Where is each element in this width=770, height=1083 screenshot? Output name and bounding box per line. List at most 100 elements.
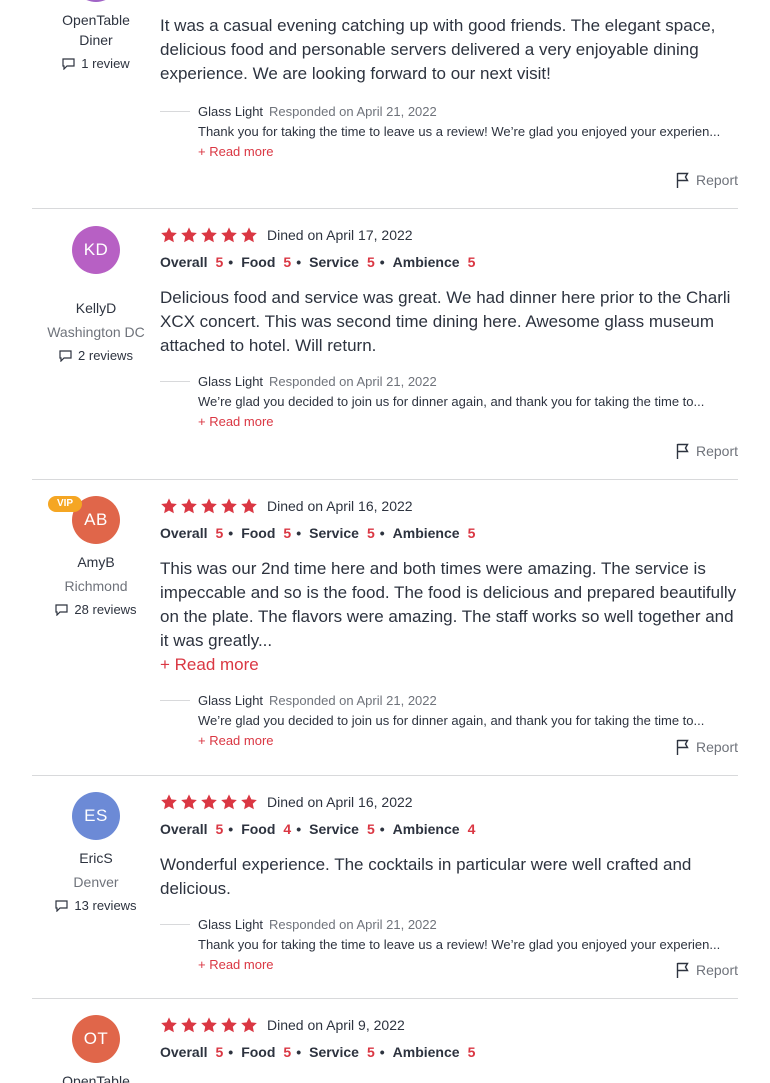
star-icon xyxy=(241,227,257,243)
star-rating xyxy=(160,793,258,811)
avatar[interactable]: OT xyxy=(72,1015,120,1063)
response-read-more-link[interactable]: + Read more xyxy=(198,955,738,975)
avatar[interactable]: ES xyxy=(72,792,120,840)
author-name-line1: OpenTable xyxy=(62,12,130,28)
response-date: Responded on April 21, 2022 xyxy=(269,104,437,119)
response-text: We’re glad you decided to join us for di… xyxy=(198,394,705,409)
response-read-more-link[interactable]: + Read more xyxy=(198,731,738,751)
author-name[interactable]: OpenTable xyxy=(32,1071,160,1083)
review-content: Dined on April 9, 2022 Overall 5 • Food 5 • Se… xyxy=(160,1015,738,1062)
author-review-count: 2 reviews xyxy=(32,346,160,366)
dined-date: Dined on April 17, 2022 xyxy=(267,227,413,243)
category-ratings: Overall 5 • Food 4 • Service 5 • Ambience 4 xyxy=(160,821,476,837)
category-ratings: Overall 5 • Food 5 • Service 5 • Ambience 5 xyxy=(160,1044,476,1060)
star-icon xyxy=(201,498,217,514)
review-card: OpenTable Diner 1 review It was a casual… xyxy=(32,0,738,209)
restaurant-response: Glass Light Responded on April 21, 2022 T… xyxy=(160,102,738,162)
response-text: Thank you for taking the time to leave u… xyxy=(198,124,721,139)
star-icon xyxy=(181,1017,197,1033)
flag-icon xyxy=(676,739,689,755)
stars-row: Dined on April 16, 2022 xyxy=(160,792,738,812)
stars-row: Dined on April 16, 2022 xyxy=(160,496,738,516)
star-icon xyxy=(201,794,217,810)
star-icon xyxy=(241,794,257,810)
review-author: OT OpenTable xyxy=(32,1015,160,1083)
dined-date: Dined on April 9, 2022 xyxy=(267,1017,405,1033)
stars-row: Dined on April 17, 2022 xyxy=(160,225,738,245)
author-name[interactable]: OpenTable Diner xyxy=(32,0,160,50)
report-button[interactable]: Report xyxy=(676,172,738,188)
review-bubble-icon xyxy=(55,900,69,912)
flag-icon xyxy=(676,443,689,459)
star-rating xyxy=(160,226,258,244)
star-icon xyxy=(181,227,197,243)
star-icon xyxy=(201,227,217,243)
author-name-line2: Diner xyxy=(79,32,113,48)
star-icon xyxy=(241,1017,257,1033)
author-location: Richmond xyxy=(64,578,128,594)
report-button[interactable]: Report xyxy=(676,443,738,459)
star-icon xyxy=(181,794,197,810)
review-read-more-link[interactable]: + Read more xyxy=(160,653,738,677)
response-date: Responded on April 21, 2022 xyxy=(269,693,437,708)
review-author: KD KellyD Washington DC 2 reviews xyxy=(32,226,160,366)
star-icon xyxy=(241,498,257,514)
review-author: AB VIP AmyB Richmond 28 reviews xyxy=(32,496,160,620)
response-author: Glass Light xyxy=(198,693,264,708)
response-text: Thank you for taking the time to leave u… xyxy=(198,937,721,952)
review-content: Dined on April 16, 2022 Overall 5 • Food 5 • S… xyxy=(160,496,738,751)
review-content: It was a casual evening catching up with… xyxy=(160,14,738,162)
review-card: ES EricS Denver 13 reviews Dined on Apri… xyxy=(32,776,738,999)
star-icon xyxy=(221,227,237,243)
response-divider xyxy=(160,381,190,382)
review-card: AB VIP AmyB Richmond 28 reviews Dined on… xyxy=(32,480,738,776)
vip-badge: VIP xyxy=(48,496,82,512)
review-author: OpenTable Diner 1 review xyxy=(32,0,160,74)
review-text: This was our 2nd time here and both time… xyxy=(160,559,737,650)
response-read-more-link[interactable]: + Read more xyxy=(198,142,738,162)
response-divider xyxy=(160,924,190,925)
review-author: ES EricS Denver 13 reviews xyxy=(32,792,160,916)
avatar[interactable]: KD xyxy=(72,226,120,274)
author-name[interactable]: EricS xyxy=(32,848,160,868)
author-name[interactable]: AmyB xyxy=(32,552,160,572)
response-read-more-link[interactable]: + Read more xyxy=(198,412,738,432)
restaurant-response: Glass Light Responded on April 21, 2022 W… xyxy=(160,372,738,432)
author-review-count: 28 reviews xyxy=(32,600,160,620)
report-button[interactable]: Report xyxy=(676,962,738,978)
review-text: It was a casual evening catching up with… xyxy=(160,16,716,83)
author-review-count: 1 review xyxy=(32,54,160,74)
review-card: OT OpenTable Dined on April 9, 2022 Over… xyxy=(32,999,738,1083)
review-content: Dined on April 17, 2022 Overall 5 • Food 5 • S… xyxy=(160,225,738,432)
star-rating xyxy=(160,1016,258,1034)
response-divider xyxy=(160,700,190,701)
star-icon xyxy=(221,498,237,514)
flag-icon xyxy=(676,172,689,188)
restaurant-response: Glass Light Responded on April 21, 2022 W… xyxy=(160,691,738,751)
review-bubble-icon xyxy=(59,350,72,362)
star-icon xyxy=(221,1017,237,1033)
review-text: Wonderful experience. The cocktails in p… xyxy=(160,855,692,898)
star-icon xyxy=(181,498,197,514)
response-date: Responded on April 21, 2022 xyxy=(269,374,437,389)
review-card: KD KellyD Washington DC 2 reviews Dined … xyxy=(32,209,738,480)
star-icon xyxy=(161,498,177,514)
star-icon xyxy=(161,227,177,243)
response-author: Glass Light xyxy=(198,374,264,389)
review-text: Delicious food and service was great. We… xyxy=(160,288,731,355)
category-ratings: Overall 5 • Food 5 • Service 5 • Ambience 5 xyxy=(160,254,476,270)
stars-row: Dined on April 9, 2022 xyxy=(160,1015,738,1035)
review-bubble-icon xyxy=(55,604,69,616)
restaurant-response: Glass Light Responded on April 21, 2022 T… xyxy=(160,915,738,975)
author-location: Denver xyxy=(73,874,119,890)
author-review-count: 13 reviews xyxy=(32,896,160,916)
star-icon xyxy=(161,1017,177,1033)
report-button[interactable]: Report xyxy=(676,739,738,755)
star-rating xyxy=(160,497,258,515)
response-author: Glass Light xyxy=(198,104,264,119)
author-location: Washington DC xyxy=(47,324,145,340)
dined-date: Dined on April 16, 2022 xyxy=(267,498,413,514)
author-name[interactable]: KellyD xyxy=(32,298,160,318)
star-icon xyxy=(201,1017,217,1033)
star-icon xyxy=(161,794,177,810)
